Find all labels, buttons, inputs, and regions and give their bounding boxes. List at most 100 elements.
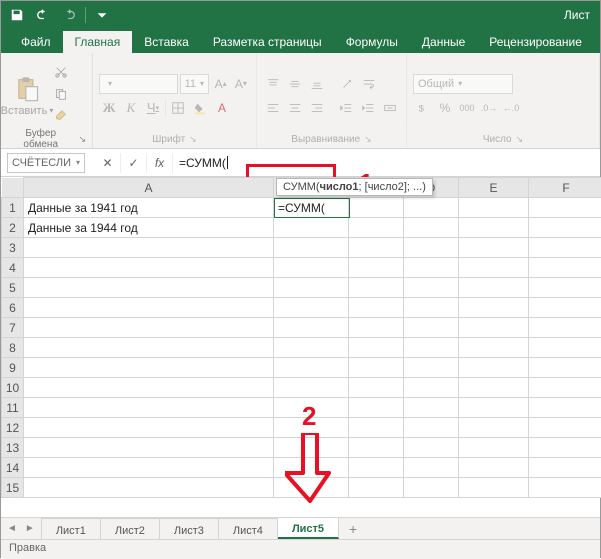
orientation-icon[interactable] bbox=[337, 74, 357, 94]
cell[interactable] bbox=[349, 478, 404, 498]
cell[interactable] bbox=[274, 238, 349, 258]
insert-function-button[interactable]: fx bbox=[147, 153, 173, 173]
increase-decimal-icon[interactable]: .0→ bbox=[479, 98, 499, 118]
cell[interactable]: =СУММ( bbox=[274, 198, 349, 218]
row-header[interactable]: 5 bbox=[2, 278, 24, 298]
underline-button[interactable]: Ч▾ bbox=[143, 98, 163, 118]
row-header[interactable]: 10 bbox=[2, 378, 24, 398]
font-family-select[interactable]: ▾ bbox=[99, 74, 178, 94]
row-header[interactable]: 2 bbox=[2, 218, 24, 238]
add-sheet-button[interactable]: + bbox=[339, 518, 367, 539]
decrease-font-icon[interactable]: A▾ bbox=[232, 74, 250, 94]
save-icon[interactable] bbox=[5, 4, 29, 26]
cell[interactable] bbox=[274, 258, 349, 278]
wrap-text-icon[interactable] bbox=[359, 74, 379, 94]
cell[interactable] bbox=[274, 278, 349, 298]
cell[interactable] bbox=[274, 218, 349, 238]
formula-input[interactable]: =СУММ( bbox=[173, 153, 600, 173]
cancel-formula-button[interactable]: ✕ bbox=[95, 153, 121, 173]
cell[interactable] bbox=[459, 378, 529, 398]
italic-button[interactable]: К bbox=[121, 98, 141, 118]
increase-indent-icon[interactable] bbox=[358, 98, 378, 118]
cell[interactable] bbox=[404, 418, 459, 438]
cell[interactable] bbox=[404, 218, 459, 238]
cell[interactable] bbox=[349, 398, 404, 418]
name-box[interactable]: СЧЁТЕСЛИ▾ bbox=[7, 153, 85, 173]
row-header[interactable]: 9 bbox=[2, 358, 24, 378]
paste-button[interactable]: Вставить▾ bbox=[7, 55, 47, 132]
row-header[interactable]: 4 bbox=[2, 258, 24, 278]
select-all-corner[interactable] bbox=[2, 178, 24, 198]
cell[interactable] bbox=[529, 378, 601, 398]
cell[interactable] bbox=[404, 358, 459, 378]
cell[interactable] bbox=[529, 398, 601, 418]
row-header[interactable]: 15 bbox=[2, 478, 24, 498]
cell[interactable] bbox=[529, 338, 601, 358]
cell[interactable] bbox=[24, 298, 274, 318]
accounting-format-icon[interactable]: $ bbox=[413, 98, 433, 118]
cell[interactable] bbox=[24, 458, 274, 478]
cell[interactable] bbox=[529, 218, 601, 238]
cell[interactable] bbox=[349, 338, 404, 358]
cell[interactable] bbox=[349, 318, 404, 338]
cell[interactable] bbox=[274, 318, 349, 338]
cell[interactable] bbox=[24, 338, 274, 358]
cell[interactable] bbox=[404, 298, 459, 318]
cell[interactable] bbox=[349, 358, 404, 378]
row-header[interactable]: 6 bbox=[2, 298, 24, 318]
tab-file[interactable]: Файл bbox=[9, 31, 63, 53]
cell[interactable] bbox=[274, 438, 349, 458]
cell[interactable] bbox=[24, 278, 274, 298]
sheet-tab[interactable]: Лист3 bbox=[160, 518, 219, 539]
font-color-icon[interactable]: A bbox=[212, 98, 232, 118]
tab-data[interactable]: Данные bbox=[410, 31, 477, 53]
redo-icon[interactable] bbox=[57, 4, 81, 26]
cell[interactable] bbox=[529, 418, 601, 438]
cell[interactable] bbox=[459, 278, 529, 298]
sheet-tab[interactable]: Лист4 bbox=[219, 518, 278, 539]
align-right-icon[interactable] bbox=[307, 98, 327, 118]
cell[interactable] bbox=[404, 458, 459, 478]
tab-insert[interactable]: Вставка bbox=[132, 31, 201, 53]
cell[interactable] bbox=[529, 258, 601, 278]
row-header[interactable]: 14 bbox=[2, 458, 24, 478]
qat-customize-icon[interactable] bbox=[90, 4, 114, 26]
col-header[interactable]: F bbox=[529, 178, 601, 198]
sheet-tab[interactable]: Лист5 bbox=[278, 518, 339, 539]
row-header[interactable]: 1 bbox=[2, 198, 24, 218]
cell[interactable] bbox=[404, 478, 459, 498]
cell[interactable] bbox=[404, 198, 459, 218]
format-painter-icon[interactable] bbox=[51, 106, 71, 126]
cell[interactable] bbox=[24, 378, 274, 398]
cell[interactable] bbox=[349, 418, 404, 438]
align-top-icon[interactable] bbox=[263, 74, 283, 94]
cell[interactable] bbox=[349, 378, 404, 398]
cell[interactable] bbox=[404, 378, 459, 398]
cell[interactable] bbox=[404, 238, 459, 258]
borders-icon[interactable] bbox=[168, 98, 188, 118]
tab-layout[interactable]: Разметка страницы bbox=[201, 31, 334, 53]
cell[interactable] bbox=[349, 298, 404, 318]
cell[interactable] bbox=[274, 418, 349, 438]
cell[interactable] bbox=[459, 218, 529, 238]
cell[interactable] bbox=[274, 378, 349, 398]
cell[interactable] bbox=[24, 398, 274, 418]
cell[interactable] bbox=[24, 478, 274, 498]
accept-formula-button[interactable]: ✓ bbox=[121, 153, 147, 173]
cell[interactable] bbox=[529, 278, 601, 298]
cell[interactable] bbox=[24, 418, 274, 438]
tab-review[interactable]: Рецензирование bbox=[477, 31, 594, 53]
cell[interactable] bbox=[459, 418, 529, 438]
cell[interactable] bbox=[404, 338, 459, 358]
cell[interactable] bbox=[404, 398, 459, 418]
spreadsheet-grid[interactable]: A B C D E F 1Данные за 1941 год=СУММ(2Да… bbox=[1, 177, 600, 517]
decrease-decimal-icon[interactable]: ←.0 bbox=[501, 98, 521, 118]
increase-font-icon[interactable]: A▴ bbox=[211, 74, 229, 94]
cell[interactable] bbox=[459, 298, 529, 318]
cell[interactable] bbox=[459, 198, 529, 218]
row-header[interactable]: 8 bbox=[2, 338, 24, 358]
cell[interactable] bbox=[274, 298, 349, 318]
cell[interactable] bbox=[459, 398, 529, 418]
cell[interactable] bbox=[459, 258, 529, 278]
row-header[interactable]: 13 bbox=[2, 438, 24, 458]
